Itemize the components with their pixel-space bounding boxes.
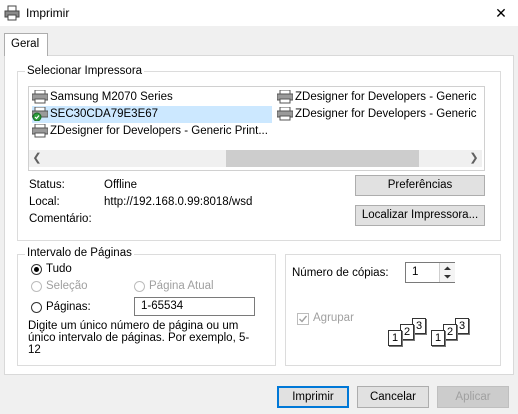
printer-icon: [277, 107, 293, 121]
radio-current-page[interactable]: [134, 281, 145, 292]
pages-input[interactable]: 1-65534: [134, 297, 255, 316]
page-glyph-2: 2: [400, 324, 414, 340]
radio-selection-label: Seleção: [46, 280, 88, 292]
apply-button[interactable]: Aplicar: [437, 386, 509, 408]
printer-icon: [32, 90, 48, 104]
status-label: Status:: [29, 179, 65, 191]
comment-label: Comentário:: [29, 213, 92, 225]
print-button[interactable]: Imprimir: [277, 386, 349, 408]
tab-general-label: Geral: [11, 38, 40, 50]
radio-all[interactable]: [31, 264, 42, 275]
window-title: Imprimir: [26, 6, 70, 20]
title-bar: [0, 0, 518, 26]
scroll-right-icon[interactable]: ❯: [467, 150, 481, 167]
collate-illustration-2: 3 2 1: [431, 318, 481, 348]
printer-icon: [277, 90, 293, 104]
copies-label: Número de cópias:: [292, 267, 389, 279]
collate-label: Agrupar: [313, 312, 354, 324]
find-printer-button[interactable]: Localizar Impressora...: [355, 205, 485, 226]
check-icon: [299, 315, 308, 323]
scroll-left-icon[interactable]: ❮: [30, 150, 44, 167]
printer-name: SEC30CDA79E3E67: [50, 108, 159, 120]
page-glyph-1: 1: [388, 330, 402, 346]
printer-name: Samsung M2070 Series: [50, 91, 173, 103]
printer-item-sec30cda79e3e67[interactable]: SEC30CDA79E3E67: [32, 106, 272, 123]
printer-icon: [32, 124, 48, 138]
radio-current-page-label: Página Atual: [149, 280, 214, 292]
printer-icon: [4, 5, 20, 21]
select-printer-label: Selecionar Impressora: [25, 65, 145, 77]
location-label: Local:: [29, 196, 60, 208]
radio-all-label: Tudo: [46, 263, 72, 275]
cancel-button[interactable]: Cancelar: [357, 386, 429, 408]
tab-general[interactable]: Geral: [4, 33, 48, 56]
page-glyph-1: 1: [431, 330, 445, 346]
scrollbar-thumb[interactable]: [226, 150, 419, 167]
printer-item-zdesigner-1[interactable]: ZDesigner for Developers - Generic Print…: [32, 123, 272, 140]
radio-pages[interactable]: [31, 302, 42, 313]
printer-name: ZDesigner for Developers - Generic Print…: [50, 125, 268, 137]
page-glyph-2: 2: [443, 324, 457, 340]
spinner-arrows-icon: [444, 266, 451, 279]
network-printer-icon: [32, 107, 48, 121]
printer-item-zdesigner-3[interactable]: ZDesigner for Developers - Generic: [277, 106, 484, 123]
printer-name: ZDesigner for Developers - Generic: [295, 91, 477, 103]
page-glyph-3: 3: [412, 318, 426, 334]
printer-item-samsung[interactable]: Samsung M2070 Series: [32, 89, 272, 106]
location-value: http://192.168.0.99:8018/wsd: [104, 196, 253, 208]
collate-checkbox[interactable]: [297, 313, 309, 325]
page-range-hint: Digite um único número de página ou um ú…: [28, 320, 250, 356]
page-glyph-3: 3: [455, 318, 469, 334]
printer-item-zdesigner-2[interactable]: ZDesigner for Developers - Generic: [277, 89, 484, 106]
page-range-label: Intervalo de Páginas: [25, 247, 134, 259]
preferences-button[interactable]: Preferências: [355, 175, 485, 196]
status-value: Offline: [104, 179, 138, 191]
radio-pages-label: Páginas:: [46, 301, 91, 313]
close-icon[interactable]: ✕: [490, 2, 512, 24]
copies-spinner[interactable]: [439, 263, 455, 282]
radio-selection[interactable]: [31, 281, 42, 292]
printer-name: ZDesigner for Developers - Generic: [295, 108, 477, 120]
